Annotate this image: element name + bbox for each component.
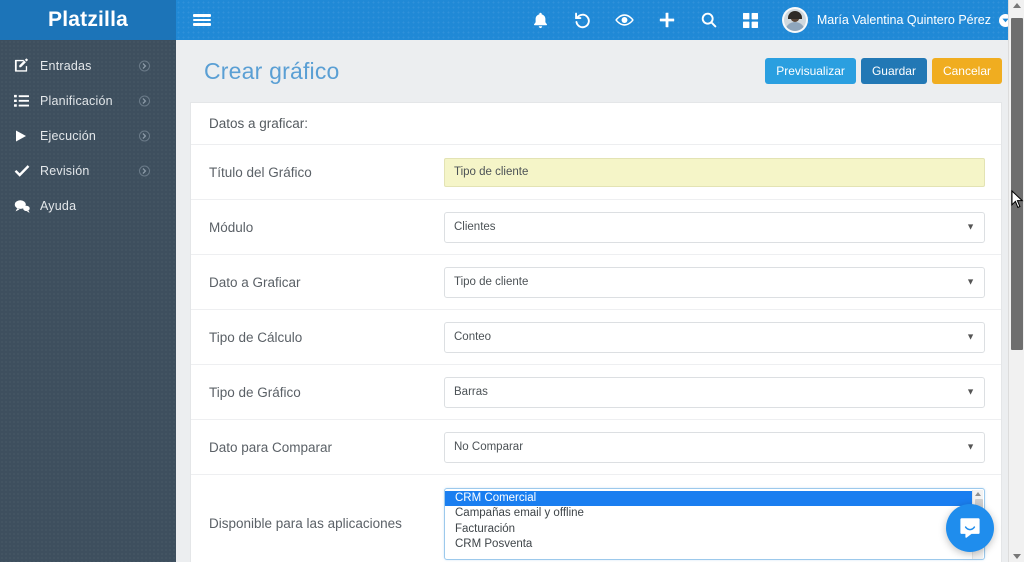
avatar (781, 7, 808, 33)
save-button[interactable]: Guardar (860, 58, 927, 84)
form-row-dato-graficar: Dato a Graficar Tipo de cliente ▼ (191, 255, 1001, 310)
form-row-modulo: Módulo Clientes ▼ (191, 200, 1001, 255)
hamburger-icon[interactable] (176, 0, 228, 40)
modulo-select[interactable]: Clientes ▼ (444, 211, 985, 243)
scroll-down-arrow-icon[interactable] (1012, 554, 1021, 559)
sidebar-item-label: Planificación (40, 93, 113, 108)
chevron-right-icon (139, 95, 150, 106)
sidebar-item-revision[interactable]: Revisión (0, 153, 176, 188)
form-card: Datos a graficar: Título del Gráfico Mód… (190, 102, 1002, 562)
sidebar-item-label: Entradas (40, 58, 92, 73)
list-item[interactable]: Campañas email y offline (445, 506, 972, 522)
list-icon (14, 94, 40, 108)
form-label: Tipo de Gráfico (209, 384, 301, 400)
form-row-dato-comparar: Dato para Comparar No Comparar ▼ (191, 420, 1001, 475)
dato-comparar-select[interactable]: No Comparar ▼ (444, 431, 985, 463)
sidebar-item-label: Revisión (40, 163, 90, 178)
form-label: Módulo (209, 219, 254, 235)
plus-icon[interactable] (646, 0, 688, 40)
eye-icon[interactable] (604, 0, 646, 40)
form-row-tipo-grafico: Tipo de Gráfico Barras ▼ (191, 365, 1001, 420)
form-row-tipo-calculo: Tipo de Cálculo Conteo ▼ (191, 310, 1001, 365)
form-label: Dato para Comparar (209, 439, 333, 455)
chevron-down-icon: ▼ (966, 331, 975, 342)
chevron-right-icon (139, 130, 150, 141)
chevron-down-icon: ▼ (966, 221, 975, 232)
chart-title-input[interactable] (444, 157, 985, 187)
dato-graficar-select[interactable]: Tipo de cliente ▼ (444, 266, 985, 298)
list-item[interactable]: Facturación (445, 522, 972, 538)
messenger-bubble-icon[interactable] (946, 504, 994, 552)
sidebar-item-planificacion[interactable]: Planificación (0, 83, 176, 118)
main-content: Crear gráfico Previsualizar Guardar Canc… (176, 40, 1024, 562)
form-control: No Comparar ▼ (444, 431, 1001, 463)
form-label: Tipo de Cálculo (209, 329, 303, 345)
user-menu[interactable]: María Valentina Quintero Pérez (772, 0, 1024, 40)
sidebar-item-label: Ejecución (40, 128, 96, 143)
topbar: María Valentina Quintero Pérez (176, 0, 1024, 40)
form-control: Clientes ▼ (444, 211, 1001, 243)
list-item[interactable]: CRM Posventa (445, 537, 972, 553)
form-label: Dato a Graficar (209, 274, 301, 290)
tipo-grafico-select[interactable]: Barras ▼ (444, 376, 985, 408)
form-control: Tipo de cliente ▼ (444, 266, 1001, 298)
form-control: CRM Comercial Campañas email y offline F… (444, 487, 1001, 560)
chevron-right-icon (139, 165, 150, 176)
form-label: Título del Gráfico (209, 164, 312, 180)
select-value: Conteo (454, 331, 492, 343)
select-value: Barras (454, 386, 488, 398)
search-icon[interactable] (688, 0, 730, 40)
scrollbar-thumb[interactable] (1011, 18, 1023, 350)
sidebar-top-spacer (0, 40, 176, 48)
form-control: Barras ▼ (444, 376, 1001, 408)
tipo-calculo-select[interactable]: Conteo ▼ (444, 321, 985, 353)
comments-icon (14, 199, 40, 213)
form-control (444, 157, 1001, 187)
form-row-titulo: Título del Gráfico (191, 145, 1001, 200)
sidebar-item-ayuda[interactable]: Ayuda (0, 188, 176, 223)
play-icon (14, 129, 40, 143)
form-section-title: Datos a graficar: (209, 116, 309, 131)
chevron-down-icon: ▼ (966, 276, 975, 287)
chevron-down-icon: ▼ (966, 441, 975, 452)
sidebar-item-ejecucion[interactable]: Ejecución (0, 118, 176, 153)
select-value: Tipo de cliente (454, 276, 529, 288)
brand-name: Platzilla (48, 8, 128, 31)
form-section-header: Datos a graficar: (191, 103, 1001, 145)
app-window: Platzilla Entradas Planificación Ejecuci… (0, 0, 1024, 562)
aplicaciones-listbox[interactable]: CRM Comercial Campañas email y offline F… (444, 487, 985, 560)
form-row-aplicaciones: Disponible para las aplicaciones CRM Com… (191, 475, 1001, 562)
scroll-up-arrow-icon[interactable] (1012, 3, 1021, 8)
scroll-up-arrow-icon[interactable] (975, 491, 981, 496)
list-item[interactable]: CRM Comercial (445, 490, 972, 506)
pencil-square-icon (14, 58, 40, 73)
form-label: Disponible para las aplicaciones (209, 516, 402, 531)
chevron-right-icon (139, 60, 150, 71)
user-name: María Valentina Quintero Pérez (816, 13, 991, 27)
select-value: Clientes (454, 221, 496, 233)
page-header: Crear gráfico Previsualizar Guardar Canc… (176, 40, 1024, 102)
form-control: Conteo ▼ (444, 321, 1001, 353)
sidebar-item-entradas[interactable]: Entradas (0, 48, 176, 83)
check-icon (14, 164, 40, 177)
cancel-button[interactable]: Cancelar (931, 58, 1002, 84)
bell-icon[interactable] (520, 0, 562, 40)
sidebar-item-label: Ayuda (40, 198, 77, 213)
grid-icon[interactable] (730, 0, 772, 40)
chevron-down-icon: ▼ (966, 386, 975, 397)
brand-logo[interactable]: Platzilla (0, 0, 176, 40)
sidebar: Platzilla Entradas Planificación Ejecuci… (0, 0, 176, 562)
select-value: No Comparar (454, 441, 524, 453)
browser-scrollbar[interactable] (1008, 0, 1024, 562)
history-icon[interactable] (562, 0, 604, 40)
preview-button[interactable]: Previsualizar (765, 58, 856, 84)
page-title: Crear gráfico (204, 57, 340, 84)
